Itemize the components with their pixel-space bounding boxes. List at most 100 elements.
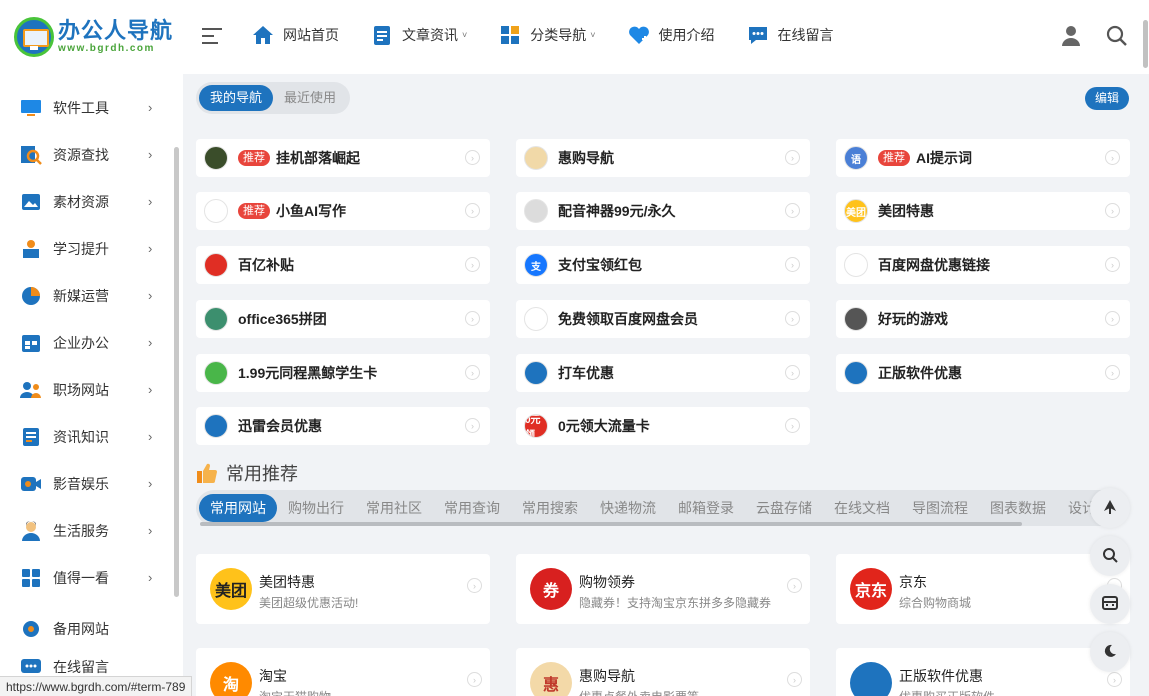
chevron-right-icon[interactable]: › [787, 578, 802, 593]
site-logo-icon [204, 414, 228, 438]
quick-link-card[interactable]: 美团 美团特惠 › [836, 192, 1130, 230]
monitor-icon [20, 98, 42, 118]
dark-mode-button[interactable] [1090, 632, 1130, 672]
category-tabs-scrollbar[interactable] [200, 522, 1022, 526]
tab-recent[interactable]: 最近使用 [273, 85, 347, 111]
category-tab[interactable]: 常用查询 [433, 494, 511, 522]
chevron-right-icon[interactable]: › [785, 311, 800, 326]
recommend-badge: 推荐 [238, 203, 270, 219]
sidebar-item-entertainment[interactable]: 影音娱乐 › [0, 460, 183, 507]
category-tab[interactable]: 常用搜索 [511, 494, 589, 522]
nav-articles[interactable]: 文章资讯 ˅ [371, 24, 467, 46]
quick-link-card[interactable]: 正版软件优惠 › [836, 354, 1130, 392]
nav-intro[interactable]: 使用介绍 [628, 24, 715, 46]
sidebar-item-study[interactable]: 学习提升 › [0, 225, 183, 272]
user-icon[interactable] [1059, 24, 1083, 48]
quick-link-card[interactable]: 打车优惠 › [516, 354, 810, 392]
recommendation-card[interactable]: 京东京东综合购物商城› [836, 554, 1130, 624]
category-tab[interactable]: 常用社区 [355, 494, 433, 522]
search-icon[interactable] [1105, 24, 1129, 48]
chevron-right-icon[interactable]: › [1107, 672, 1122, 687]
float-search-button[interactable] [1090, 536, 1130, 576]
sidebar-item-life[interactable]: 生活服务 › [0, 507, 183, 554]
chevron-right-icon[interactable]: › [465, 311, 480, 326]
chevron-right-icon[interactable]: › [785, 418, 800, 433]
quick-link-card[interactable]: 支支付宝领红包 › [516, 246, 810, 284]
chevron-right-icon[interactable]: › [785, 365, 800, 380]
chevron-right-icon[interactable]: › [1105, 365, 1120, 380]
category-tab[interactable]: 购物出行 [277, 494, 355, 522]
chevron-right-icon[interactable]: › [785, 257, 800, 272]
nav-label: 在线留言 [777, 27, 834, 43]
quick-link-card[interactable]: 1.99元同程黑鲸学生卡 › [196, 354, 490, 392]
recommendation-card[interactable]: 券购物领券 隐藏券！支持淘宝京东拼多多隐藏券 › [516, 554, 810, 624]
sidebar-item-materials[interactable]: 素材资源 › [0, 178, 183, 225]
sidebar-item-career[interactable]: 职场网站 › [0, 366, 183, 413]
chevron-right-icon[interactable]: › [785, 203, 800, 218]
quick-link-card[interactable]: 好玩的游戏 › [836, 300, 1130, 338]
calculator-button[interactable] [1090, 584, 1130, 624]
chevron-right-icon[interactable]: › [1105, 150, 1120, 165]
quick-link-card[interactable]: 惠购导航 › [516, 139, 810, 177]
category-tab[interactable]: 云盘存储 [745, 494, 823, 522]
sidebar-item-news[interactable]: 资讯知识 › [0, 413, 183, 460]
nav-message[interactable]: 在线留言 [747, 24, 834, 46]
nav-home[interactable]: 网站首页 [252, 24, 339, 46]
recommendation-card[interactable]: 正版软件优惠优惠购买正版软件› [836, 648, 1130, 696]
category-tab[interactable]: 邮箱登录 [667, 494, 745, 522]
quick-link-card[interactable]: 百亿补贴 › [196, 246, 490, 284]
chevron-right-icon[interactable]: › [785, 150, 800, 165]
nav-label: 文章资讯 [402, 27, 458, 43]
chevron-right-icon[interactable]: › [465, 203, 480, 218]
quick-link-card[interactable]: 语推荐 AI提示词 › [836, 139, 1130, 177]
moon-icon [1102, 643, 1118, 662]
category-tab[interactable]: 快递物流 [589, 494, 667, 522]
quick-link-card[interactable]: office365拼团 › [196, 300, 490, 338]
chevron-right-icon[interactable]: › [467, 578, 482, 593]
recommendation-card[interactable]: 美团 美团特惠 美团超级优惠活动! › [196, 554, 490, 624]
sidebar-item-media[interactable]: 新媒运营 › [0, 272, 183, 319]
chevron-right-icon[interactable]: › [465, 365, 480, 380]
menu-toggle-icon[interactable] [202, 28, 222, 46]
search-doc-icon [20, 145, 42, 165]
sidebar-item-label: 影音娱乐 [53, 475, 109, 492]
quick-link-card[interactable]: 免费领取百度网盘会员 › [516, 300, 810, 338]
edit-button[interactable]: 编辑 [1085, 87, 1130, 110]
sidebar-scrollbar[interactable] [174, 147, 179, 597]
recommendation-card[interactable]: 惠惠购导航优惠点餐外卖电影票等› [516, 648, 810, 696]
chevron-right-icon: › [148, 194, 153, 209]
calendar-icon [20, 333, 42, 353]
sidebar-item-worth[interactable]: 值得一看 › [0, 554, 183, 601]
sidebar-item-resources[interactable]: 资源查找 › [0, 131, 183, 178]
category-tab[interactable]: 导图流程 [901, 494, 979, 522]
chevron-right-icon[interactable]: › [465, 150, 480, 165]
chevron-right-icon[interactable]: › [1105, 311, 1120, 326]
quick-link-card[interactable]: 推荐 挂机部落崛起 › [196, 139, 490, 177]
chevron-right-icon[interactable]: › [1105, 203, 1120, 218]
sidebar-item-software[interactable]: 软件工具 › [0, 84, 183, 131]
quick-link-card[interactable]: 百度网盘优惠链接 › [836, 246, 1130, 284]
category-tab[interactable]: 在线文档 [823, 494, 901, 522]
quick-link-card[interactable]: 迅雷会员优惠 › [196, 407, 490, 445]
chevron-right-icon[interactable]: › [465, 257, 480, 272]
recommendation-card[interactable]: 淘淘宝淘宝天猫购物› [196, 648, 490, 696]
sidebar-item-label: 生活服务 [53, 522, 109, 539]
nav-categories[interactable]: 分类导航 ˅ [499, 24, 596, 46]
chevron-right-icon[interactable]: › [467, 672, 482, 687]
chevron-right-icon[interactable]: › [1105, 257, 1120, 272]
quick-link-card[interactable]: 0元领 0元领大流量卡 › [516, 407, 810, 445]
quick-link-card[interactable]: 配音神器99元/永久 › [516, 192, 810, 230]
category-tab[interactable]: 常用网站 [199, 494, 277, 522]
sidebar-item-backup[interactable]: 备用网站 [0, 609, 183, 649]
category-tab[interactable]: 图表数据 [979, 494, 1057, 522]
page-scrollbar[interactable] [1143, 20, 1148, 68]
tab-my-nav[interactable]: 我的导航 [199, 85, 274, 111]
quick-link-card[interactable]: 推荐 小鱼AI写作 › [196, 192, 490, 230]
back-to-top-button[interactable] [1090, 488, 1130, 528]
site-logo[interactable]: 办公人导航 www.bgrdh.com [14, 17, 173, 57]
sidebar-item-office[interactable]: 企业办公 › [0, 319, 183, 366]
chevron-right-icon: › [148, 100, 153, 115]
site-logo-icon: 语 [844, 146, 868, 170]
chevron-right-icon[interactable]: › [465, 418, 480, 433]
chevron-right-icon[interactable]: › [787, 672, 802, 687]
